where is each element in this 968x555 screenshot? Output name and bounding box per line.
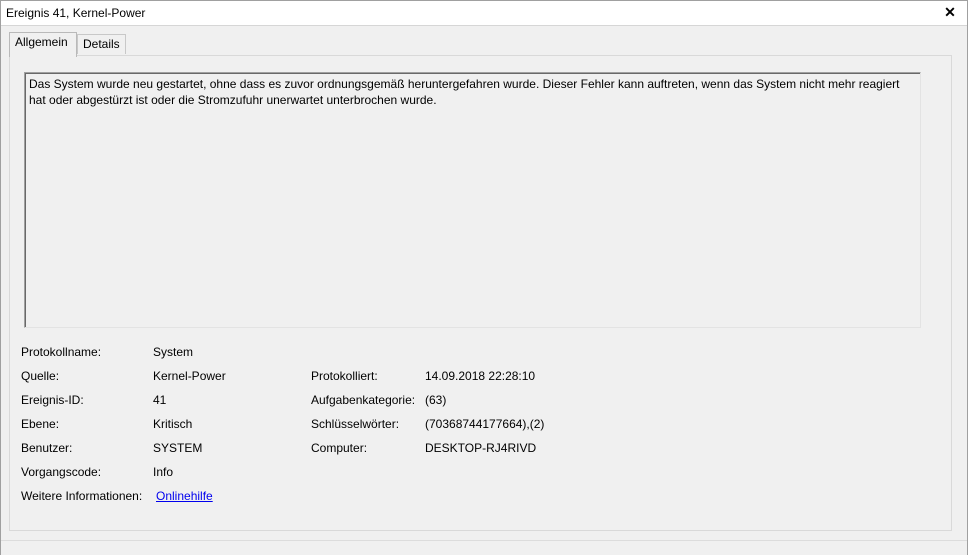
event-properties-window: Ereignis 41, Kernel-Power ✕ Allgemein De… <box>0 0 968 555</box>
computer-label: Computer: <box>311 441 368 455</box>
quelle-value[interactable]: Kernel-Power <box>153 369 226 383</box>
aufgabenkategorie-label: Aufgabenkategorie: <box>311 393 416 407</box>
protokolliert-value[interactable]: 14.09.2018 22:28:10 <box>425 369 535 383</box>
title-bar[interactable]: Ereignis 41, Kernel-Power ✕ <box>1 1 967 26</box>
protokollname-value[interactable]: System <box>153 345 193 359</box>
vorgangscode-label: Vorgangscode: <box>21 465 102 479</box>
tab-allgemein[interactable]: Allgemein <box>9 32 77 57</box>
benutzer-value[interactable]: SYSTEM <box>153 441 202 455</box>
tab-details[interactable]: Details <box>77 34 126 54</box>
dialog-body: Allgemein Details Das System wurde neu g… <box>1 26 967 540</box>
event-description[interactable]: Das System wurde neu gestartet, ohne das… <box>24 72 921 328</box>
schluesselwoerter-value[interactable]: (70368744177664),(2) <box>425 417 544 431</box>
benutzer-label: Benutzer: <box>21 441 73 455</box>
weitere-informationen-label: Weitere Informationen: <box>21 489 143 503</box>
tab-panel-allgemein: Das System wurde neu gestartet, ohne das… <box>9 55 952 531</box>
computer-value[interactable]: DESKTOP-RJ4RIVD <box>425 441 536 455</box>
quelle-label: Quelle: <box>21 369 60 383</box>
ebene-label: Ebene: <box>21 417 60 431</box>
close-icon[interactable]: ✕ <box>941 3 959 21</box>
onlinehilfe-link[interactable]: Onlinehilfe <box>156 489 213 503</box>
ereignis-id-label: Ereignis-ID: <box>21 393 84 407</box>
protokolliert-label: Protokolliert: <box>311 369 378 383</box>
protokollname-label: Protokollname: <box>21 345 102 359</box>
ebene-value[interactable]: Kritisch <box>153 417 192 431</box>
ereignis-id-value[interactable]: 41 <box>153 393 166 407</box>
vorgangscode-value[interactable]: Info <box>153 465 173 479</box>
schluesselwoerter-label: Schlüsselwörter: <box>311 417 400 431</box>
bottom-strip <box>1 540 967 555</box>
aufgabenkategorie-value[interactable]: (63) <box>425 393 446 407</box>
window-title: Ereignis 41, Kernel-Power <box>6 6 146 20</box>
